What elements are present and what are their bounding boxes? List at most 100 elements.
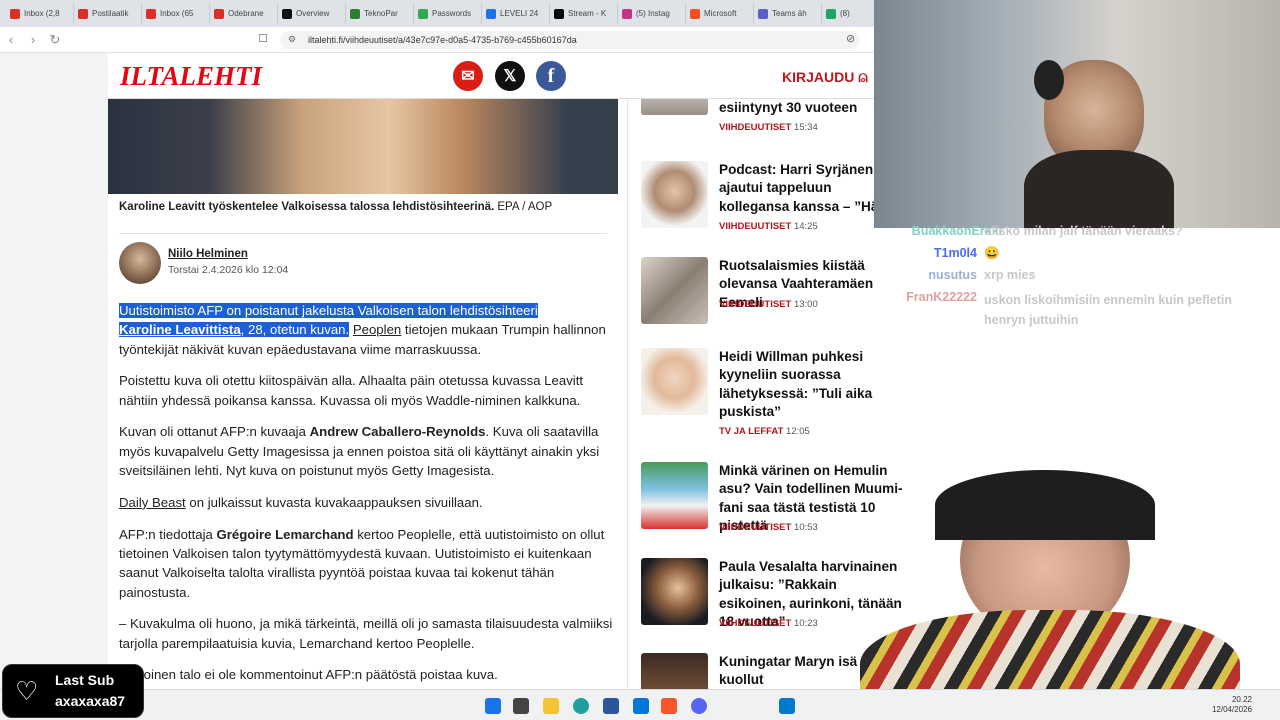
chat-message: 😀 bbox=[984, 246, 1000, 260]
task-view-icon[interactable] bbox=[513, 698, 529, 714]
discord-icon[interactable] bbox=[691, 698, 707, 714]
vscode-icon[interactable] bbox=[779, 698, 795, 714]
tab-label: Teams äh bbox=[772, 9, 807, 18]
caption-text: Karoline Leavitt työskentelee Valkoisess… bbox=[119, 201, 495, 213]
browser-tab[interactable]: (5) Instag bbox=[618, 2, 686, 25]
stream-chat: BuakkaonErkki olisko milan jalf tänään v… bbox=[874, 224, 1280, 328]
browser-tab[interactable]: Overview bbox=[278, 2, 346, 25]
daily-beast-link[interactable]: Daily Beast bbox=[119, 495, 186, 510]
tab-label: TeknoPar bbox=[364, 9, 398, 18]
tab-favicon-icon bbox=[350, 8, 360, 19]
chat-message: xrp mies bbox=[984, 268, 1036, 282]
news-category: VIIHDEUUTISET bbox=[719, 618, 792, 629]
tab-label: Postilaatik bbox=[92, 9, 129, 18]
browser-tab[interactable]: Odebrane bbox=[210, 2, 278, 25]
last-sub-name: axaxaxa87 bbox=[55, 693, 126, 709]
email-share-icon[interactable]: ✉ bbox=[453, 61, 483, 91]
address-bar[interactable]: ⚙ iltalehti.fi/viihdeuutiset/a/43e7c97e-… bbox=[280, 31, 860, 49]
browser-tab[interactable]: LEVELI 24 bbox=[482, 2, 550, 25]
browser-tab[interactable]: Inbox (65 bbox=[142, 2, 210, 25]
login-button[interactable]: KIRJAUDU ⍝ bbox=[782, 69, 868, 87]
selected-text-2: , 28, otetun kuvan. bbox=[240, 322, 350, 338]
paragraph-3: Kuvan oli ottanut AFP:n kuvaaja Andrew C… bbox=[119, 422, 614, 480]
browser-tab[interactable]: TeknoPar bbox=[346, 2, 414, 25]
article-body: Uutistoimisto AFP on poistanut jakelusta… bbox=[119, 301, 614, 689]
back-icon[interactable]: ‹ bbox=[0, 32, 22, 47]
people-link[interactable]: Peoplen bbox=[353, 322, 401, 337]
app-icon[interactable] bbox=[633, 698, 649, 714]
paragraph-6: – Kuvakulma oli huono, ja mikä tärkeintä… bbox=[119, 616, 613, 651]
forward-icon[interactable]: › bbox=[22, 32, 44, 47]
tab-label: Microsoft bbox=[704, 9, 737, 18]
heart-icon: ♡ bbox=[15, 676, 39, 706]
facebook-share-icon[interactable]: f bbox=[536, 61, 566, 91]
browser-tab[interactable]: Stream - K bbox=[550, 2, 618, 25]
news-category: VIIHDEUUTISET bbox=[719, 221, 792, 232]
photographer-name: Andrew Caballero-Reynolds bbox=[309, 424, 486, 440]
news-thumbnail bbox=[641, 653, 708, 689]
paragraph-2: Poistettu kuva oli otettu kiitospäivän a… bbox=[119, 373, 584, 408]
news-time: 10:23 bbox=[793, 618, 818, 629]
author-avatar[interactable] bbox=[119, 242, 161, 284]
author-name[interactable]: Niilo Helminen bbox=[168, 248, 248, 260]
tab-label: (8) bbox=[840, 9, 850, 18]
browser-tab[interactable]: Teams äh bbox=[754, 2, 822, 25]
news-category: VIIHDEUUTISET bbox=[719, 299, 792, 310]
paragraph-5: AFP:n tiedottaja Grégoire Lemarchand ker… bbox=[119, 525, 614, 602]
site-logo[interactable]: ILTALEHTI bbox=[120, 61, 262, 92]
tracking-icon[interactable]: ⊘ bbox=[846, 32, 855, 45]
news-meta: VIIHDEUUTISET 10:53 bbox=[719, 522, 818, 533]
news-thumbnail bbox=[641, 462, 708, 529]
webcam-bottom bbox=[840, 470, 1280, 710]
x-share-icon[interactable]: 𝕏 bbox=[495, 61, 525, 91]
chat-message: uskon liskoihmisiin ennemin kuin pefleti… bbox=[984, 293, 1232, 327]
news-time: 13:00 bbox=[793, 299, 818, 310]
shoulders-shape bbox=[1024, 150, 1174, 228]
bookmark-icon[interactable]: ☐ bbox=[258, 32, 268, 45]
system-clock[interactable]: 20.22 12/04/2026 bbox=[1206, 695, 1252, 715]
tab-favicon-icon bbox=[758, 8, 768, 19]
site-info-icon[interactable]: ⚙ bbox=[288, 34, 296, 45]
news-meta: TV JA LEFFAT 12:05 bbox=[719, 426, 810, 437]
file-explorer-icon[interactable] bbox=[543, 698, 559, 714]
url-text: iltalehti.fi/viihdeuutiset/a/43e7c97e-d0… bbox=[308, 35, 577, 45]
store-icon[interactable] bbox=[603, 698, 619, 714]
image-caption: Karoline Leavitt työskentelee Valkoisess… bbox=[119, 201, 552, 213]
tab-label: Stream - K bbox=[568, 9, 607, 18]
browser-tab[interactable]: Passwords bbox=[414, 2, 482, 25]
brave-icon[interactable] bbox=[661, 698, 677, 714]
news-item[interactable]: Heidi Willman puhkesi kyyneliin suorassa… bbox=[641, 348, 901, 443]
tab-favicon-icon bbox=[418, 8, 428, 19]
chat-username: FranK22222 bbox=[906, 290, 977, 304]
news-time: 10:53 bbox=[793, 522, 818, 533]
paragraph-7: Valkoinen talo ei ole kommentoinut AFP:n… bbox=[119, 667, 498, 683]
person-link-leavitt[interactable]: Karoline Leavittista bbox=[119, 322, 241, 337]
web-page: ILTALEHTI ✉ 𝕏 f KIRJAUDU ⍝ Karoline Leav… bbox=[0, 53, 912, 689]
browser-tab[interactable]: Postilaatik bbox=[74, 2, 142, 25]
column-divider bbox=[627, 99, 628, 689]
news-thumbnail bbox=[641, 257, 708, 324]
news-thumbnail bbox=[641, 348, 708, 415]
news-meta: VIIHDEUUTISET 13:00 bbox=[719, 299, 818, 310]
tab-label: Inbox (65 bbox=[160, 9, 194, 18]
news-meta: VIIHDEUUTISET 10:23 bbox=[719, 618, 818, 629]
last-sub-label: Last Sub bbox=[55, 672, 115, 688]
paragraph-4: Daily Beast on julkaissut kuvasta kuvaka… bbox=[119, 493, 614, 512]
paragraph-5-a: AFP:n tiedottaja bbox=[119, 526, 217, 542]
chat-username: T1m0l4 bbox=[933, 246, 977, 260]
news-item[interactable]: Ruotsalaismies kiistää olevansa Vaahtera… bbox=[641, 257, 901, 332]
news-thumbnail bbox=[641, 161, 708, 228]
os-taskbar: 20.22 12/04/2026 bbox=[0, 689, 1280, 720]
edge-icon[interactable] bbox=[573, 698, 589, 714]
start-icon[interactable] bbox=[485, 698, 501, 714]
login-label: KIRJAUDU bbox=[782, 69, 855, 85]
paragraph-1: Uutistoimisto AFP on poistanut jakelusta… bbox=[119, 301, 614, 359]
browser-tab[interactable]: Inbox (2,8 bbox=[6, 2, 74, 25]
tab-favicon-icon bbox=[282, 8, 292, 19]
reload-icon[interactable]: ↻ bbox=[44, 32, 66, 48]
news-item[interactable]: Podcast: Harri Syrjänen ajautui tappeluu… bbox=[641, 161, 901, 246]
news-category: VIIHDEUUTISET bbox=[719, 122, 792, 133]
paragraph-3-a: Kuvan oli ottanut AFP:n kuvaaja bbox=[119, 424, 310, 440]
news-meta: VIIHDEUUTISET 14:25 bbox=[719, 221, 818, 232]
browser-tab[interactable]: Microsoft bbox=[686, 2, 754, 25]
